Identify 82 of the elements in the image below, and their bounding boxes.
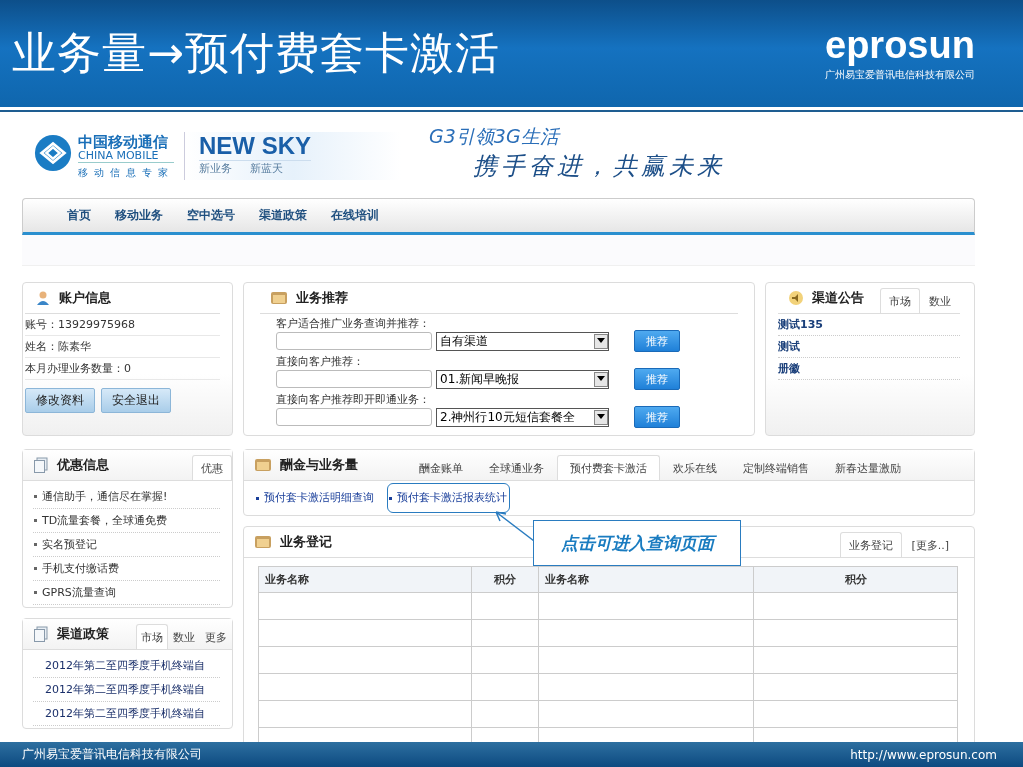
caret-icon [597,414,605,420]
policy-link[interactable]: 2012年第二至四季度手机终端自 [33,654,220,678]
panel-tab[interactable]: [更多..] [902,532,958,557]
speaker-icon [788,290,804,306]
folder-icon [254,457,272,473]
notice-link[interactable]: 册徽 [778,358,960,380]
field-label: 直接向客户推荐即开即通业务： [276,393,431,406]
panel-title: 渠道公告 [812,289,864,307]
notice-link[interactable]: 测试 [778,336,960,358]
panel-tab[interactable]: 更多 [200,624,232,649]
field-label: 客户适合推广业务查询并推荐： [276,317,431,330]
panel-title: 渠道政策 [57,625,109,643]
panel-tab[interactable]: 市场 [136,624,168,649]
column-header: 积分 [471,566,539,593]
account-info-text: 本月办理业务数量：0 [25,358,220,380]
slide-title: 业务量→预付费套卡激活 [12,26,500,80]
notice-link[interactable]: 测试135 [778,314,960,336]
promo-link[interactable]: GPRS流量查询 [33,581,220,605]
user-icon [35,290,51,306]
panel-tab[interactable]: 数业 [920,288,960,313]
product-name: NEW SKY [199,132,311,160]
panel-title: 账户信息 [59,289,111,307]
panel-tab[interactable]: 优惠 [192,455,232,480]
document-icon [33,626,49,642]
promo-link[interactable]: 实名预登记 [33,533,220,557]
panel-tab[interactable]: 定制终端销售 [730,455,822,480]
document-icon [33,457,49,473]
policy-link[interactable]: 2012年第二至四季度手机终端自 [33,702,220,726]
panel-tab[interactable]: 业务登记 [840,532,903,557]
column-header: 积分 [753,566,958,593]
column-header: 业务名称 [538,566,754,593]
folder-icon [254,534,272,550]
panel-tab[interactable]: 预付费套卡激活 [557,455,660,480]
product-tagline: 新蓝天 [250,161,283,176]
panel-tab[interactable]: 市场 [880,288,920,313]
panel-tab[interactable]: 全球通业务 [476,455,557,480]
input-field[interactable] [276,332,432,350]
policy-link[interactable]: 2012年第二至四季度手机终端自 [33,678,220,702]
dropdown[interactable]: 自有渠道 [436,331,609,351]
caret-icon [597,376,605,382]
panel-title: 优惠信息 [57,456,109,474]
brand-english: CHINA MOBILE [78,150,174,163]
dropdown[interactable]: 01.新闻早晚报 [436,369,609,389]
footer-company: 广州易宝爱普讯电信科技有限公司 [22,746,202,763]
account-info-text: 账号：13929975968 [25,314,220,336]
promo-link[interactable]: 通信助手，通信尽在掌握! [33,485,220,509]
brand-tagline: 移动信息专家 [78,166,174,180]
panel-tab[interactable]: 酬金账单 [406,455,476,480]
brand-name: 中国移动通信 [78,134,169,150]
panel-tab[interactable]: 数业 [168,624,200,649]
company-logo: eprosun [825,25,975,64]
callout-box: 点击可进入查询页面 [533,520,741,566]
report-link[interactable]: 预付套卡激活明细查询 [254,483,377,513]
promo-link[interactable]: 手机支付缴话费 [33,557,220,581]
panel-tab[interactable]: 新春达量激励 [822,455,914,480]
nav-link[interactable]: 空中选号 [187,207,235,224]
input-field[interactable] [276,408,432,426]
slogan: 携手奋进，共赢未来 [473,151,725,182]
account-button[interactable]: 安全退出 [101,388,171,413]
promo-link[interactable]: TD流量套餐，全球通免费 [33,509,220,533]
slogan: G3引领3G生活 [429,124,562,149]
report-link[interactable]: 预付套卡激活报表统计 [387,483,510,513]
account-info-text: 姓名：陈素华 [25,336,220,358]
product-tagline: 新业务 [199,161,232,176]
company-name: 广州易宝爱普讯电信科技有限公司 [825,67,975,82]
panel-tab[interactable]: 欢乐在线 [660,455,730,480]
nav-link[interactable]: 移动业务 [115,207,163,224]
account-button[interactable]: 修改资料 [25,388,95,413]
dropdown[interactable]: 2.神州行10元短信套餐全 [436,407,609,427]
nav-link[interactable]: 首页 [67,207,91,224]
panel-title: 酬金与业务量 [280,456,358,474]
caret-icon [597,338,605,344]
panel-title: 业务登记 [280,533,332,551]
folder-icon [270,290,288,306]
china-mobile-logo-icon [34,134,72,172]
nav-link[interactable]: 渠道政策 [259,207,307,224]
field-label: 直接向客户推荐： [276,355,365,368]
column-header: 业务名称 [258,566,472,593]
nav-link[interactable]: 在线培训 [331,207,379,224]
footer-url: http://www.eprosun.com [850,747,997,762]
panel-title: 业务推荐 [296,289,348,307]
input-field[interactable] [276,370,432,388]
